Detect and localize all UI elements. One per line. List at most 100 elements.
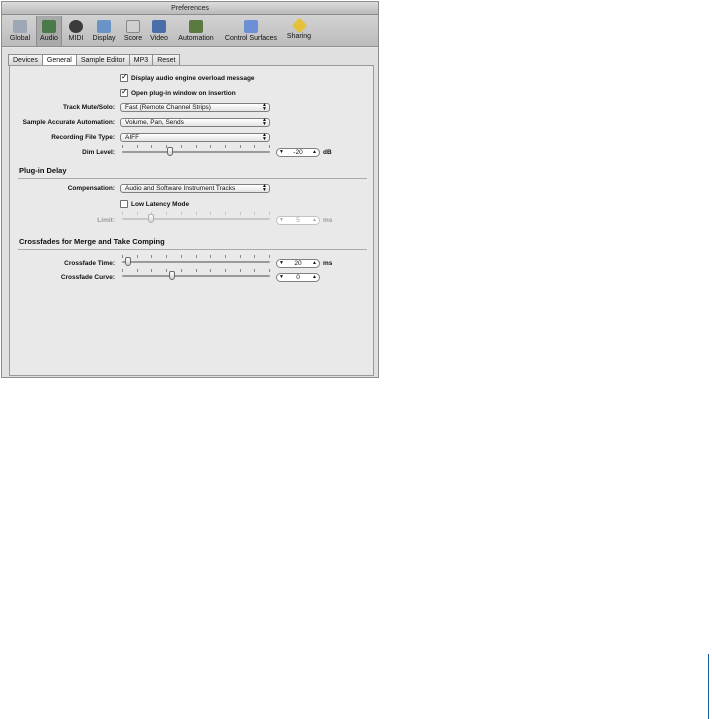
popup-arrows-icon: ▲ ▼: [262, 102, 267, 112]
sample-accurate-automation-popup[interactable]: Volume, Pan, Sends ▲ ▼: [120, 118, 270, 127]
global-icon: [13, 20, 27, 33]
preferences-toolbar: Global Audio MIDI Display Score Video Au…: [2, 15, 378, 47]
audio-icon: [42, 20, 56, 33]
toolbar-video[interactable]: Video: [147, 16, 171, 46]
compensation-label: Compensation:: [67, 185, 115, 192]
slider-tick: [225, 255, 226, 258]
stepper-up-icon[interactable]: ▲: [312, 149, 317, 156]
slider-tick: [181, 269, 182, 272]
display-icon: [97, 20, 111, 33]
track-mute-solo-popup[interactable]: Fast (Remote Channel Strips) ▲ ▼: [120, 103, 270, 112]
limit-label: Limit:: [97, 217, 115, 224]
general-panel: Display audio engine overload message Op…: [9, 65, 374, 376]
slider-tick: [254, 269, 255, 272]
slider-tick: [240, 255, 241, 258]
sharing-icon: [291, 17, 307, 34]
crossfade-time-slider[interactable]: [122, 255, 270, 267]
crossfade-time-unit: ms: [323, 260, 333, 267]
crossfade-curve-label: Crossfade Curve:: [60, 274, 115, 281]
slider-tick: [196, 255, 197, 258]
slider-tick: [196, 145, 197, 148]
compensation-popup[interactable]: Audio and Software Instrument Tracks ▲ ▼: [120, 184, 270, 193]
slider-track: [122, 261, 270, 263]
dim-level-stepper[interactable]: ▼ -20 ▲: [276, 148, 320, 157]
score-icon: [126, 20, 140, 33]
preferences-content: Devices General Sample Editor MP3 Reset …: [2, 48, 378, 377]
slider-tick: [166, 145, 167, 148]
dim-level-unit: dB: [323, 149, 332, 156]
section-divider: [18, 178, 367, 179]
slider-tick: [166, 255, 167, 258]
slider-tick: [151, 145, 152, 148]
recording-file-type-label: Recording File Type:: [51, 134, 115, 141]
toolbar-sharing[interactable]: Sharing: [284, 16, 314, 46]
low-latency-checkbox[interactable]: Low Latency Mode: [120, 199, 189, 209]
popup-arrows-icon: ▲ ▼: [262, 132, 267, 142]
recording-file-type-popup[interactable]: AIFF ▲ ▼: [120, 133, 270, 142]
slider-tick: [122, 145, 123, 148]
slider-tick: [210, 269, 211, 272]
slider-tick: [240, 212, 241, 215]
preferences-window: Preferences Global Audio MIDI Display Sc…: [1, 1, 379, 378]
toolbar-automation[interactable]: Automation: [174, 16, 218, 46]
section-divider: [18, 249, 367, 250]
slider-tick: [137, 255, 138, 258]
slider-tick: [254, 145, 255, 148]
slider-tick: [225, 212, 226, 215]
crossfade-time-stepper[interactable]: ▼ 20 ▲: [276, 259, 320, 268]
toolbar-audio[interactable]: Audio: [36, 16, 62, 46]
plugin-window-checkbox[interactable]: Open plug-in window on insertion: [120, 87, 236, 98]
slider-tick: [166, 269, 167, 272]
slider-tick: [269, 212, 270, 215]
toolbar-score[interactable]: Score: [121, 16, 145, 46]
midi-icon: [69, 20, 83, 33]
slider-tick: [269, 255, 270, 258]
crossfades-heading: Crossfades for Merge and Take Comping: [19, 237, 165, 246]
slider-tick: [240, 269, 241, 272]
slider-knob[interactable]: [148, 214, 154, 223]
stepper-up-icon[interactable]: ▲: [312, 217, 317, 224]
slider-track: [122, 275, 270, 277]
slider-track: [122, 218, 270, 220]
slider-knob[interactable]: [167, 147, 173, 156]
toolbar-display[interactable]: Display: [90, 16, 118, 46]
toolbar-midi[interactable]: MIDI: [64, 16, 88, 46]
slider-tick: [269, 269, 270, 272]
overload-message-checkbox[interactable]: Display audio engine overload message: [120, 72, 255, 83]
slider-tick: [240, 145, 241, 148]
slider-tick: [151, 255, 152, 258]
popup-arrows-icon: ▲ ▼: [262, 183, 267, 193]
toolbar-global[interactable]: Global: [7, 16, 33, 46]
slider-tick: [122, 212, 123, 215]
slider-tick: [166, 212, 167, 215]
slider-tick: [210, 212, 211, 215]
slider-tick: [181, 255, 182, 258]
stepper-up-icon[interactable]: ▲: [312, 260, 317, 267]
slider-tick: [254, 212, 255, 215]
limit-slider[interactable]: [122, 212, 270, 224]
slider-tick: [196, 212, 197, 215]
slider-tick: [122, 255, 123, 258]
limit-unit: ms: [323, 217, 333, 224]
checkbox-checked-icon: [120, 72, 128, 82]
slider-tick: [122, 269, 123, 272]
control-surfaces-icon: [244, 20, 258, 33]
slider-tick: [151, 269, 152, 272]
crossfade-time-label: Crossfade Time:: [64, 260, 115, 267]
slider-tick: [225, 269, 226, 272]
toolbar-control-surfaces[interactable]: Control Surfaces: [221, 16, 281, 46]
page-margin-rule: [708, 654, 709, 719]
slider-knob[interactable]: [125, 257, 131, 266]
slider-tick: [181, 212, 182, 215]
slider-tick: [151, 212, 152, 215]
popup-arrows-icon: ▲ ▼: [262, 117, 267, 127]
crossfade-curve-stepper[interactable]: ▼ 0 ▲: [276, 273, 320, 282]
slider-knob[interactable]: [169, 271, 175, 280]
crossfade-curve-slider[interactable]: [122, 269, 270, 281]
slider-tick: [269, 145, 270, 148]
slider-tick: [210, 145, 211, 148]
dim-level-slider[interactable]: [122, 145, 270, 157]
automation-icon: [189, 20, 203, 33]
stepper-up-icon[interactable]: ▲: [312, 274, 317, 281]
limit-stepper[interactable]: ▼ 5 ▲: [276, 216, 320, 225]
